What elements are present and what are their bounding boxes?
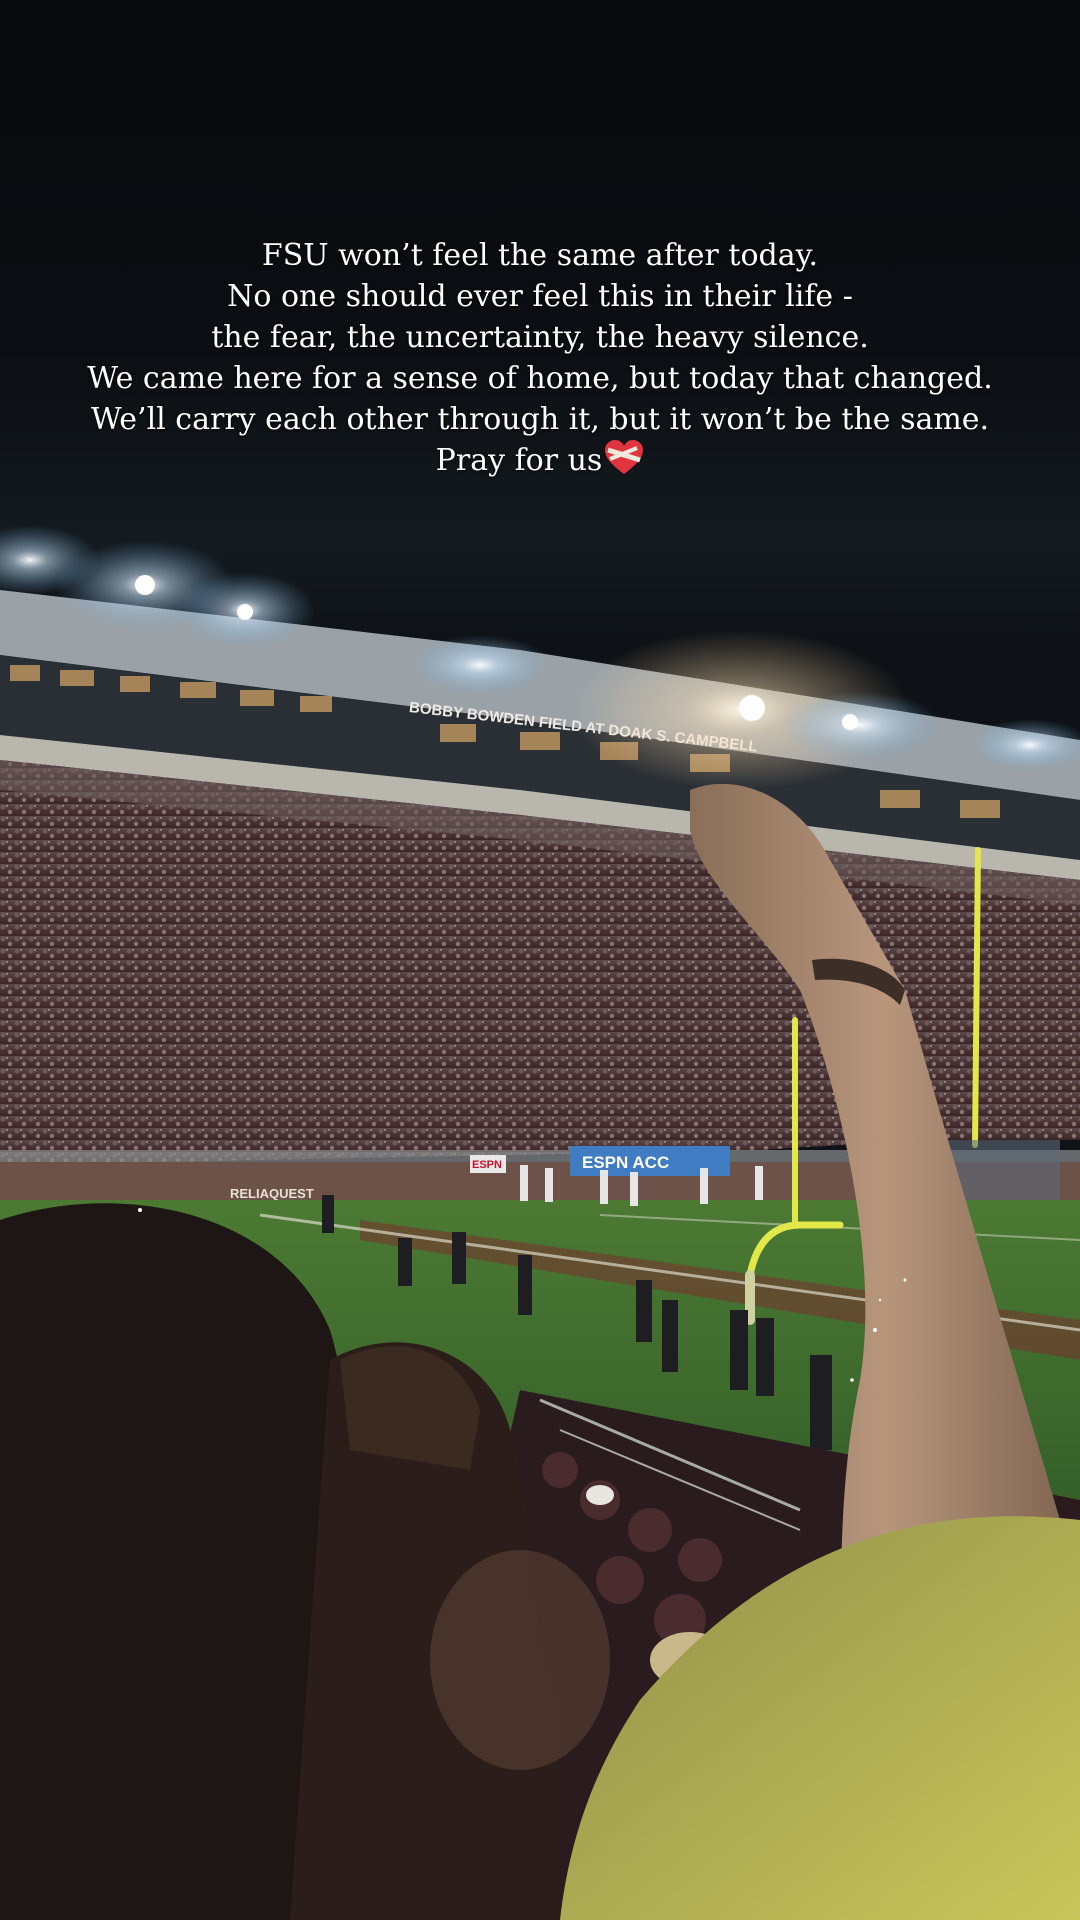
caption-line-1: FSU won’t feel the same after today.: [261, 238, 819, 273]
wall-sign: RELIAQUEST: [230, 1186, 314, 1201]
story-caption: FSU won’t feel the same after today. No …: [40, 235, 1040, 481]
board-sign-acc: ESPN ACC: [582, 1153, 669, 1172]
caption-line-6: Pray for us: [40, 440, 1040, 481]
board-sign-espn: ESPN: [472, 1159, 502, 1171]
story-frame: BOBBY BOWDEN FIELD AT DOAK S. CAMPBELL R…: [0, 0, 1080, 1920]
caption-line-2: No one should ever feel this in their li…: [227, 279, 853, 314]
caption-pray-text: Pray for us: [435, 443, 603, 478]
mending-heart-icon: [605, 440, 644, 474]
caption-line-5: We’ll carry each other through it, but i…: [90, 402, 990, 437]
caption-line-4: We came here for a sense of home, but to…: [87, 361, 993, 396]
caption-line-3: the fear, the uncertainty, the heavy sil…: [211, 320, 869, 355]
